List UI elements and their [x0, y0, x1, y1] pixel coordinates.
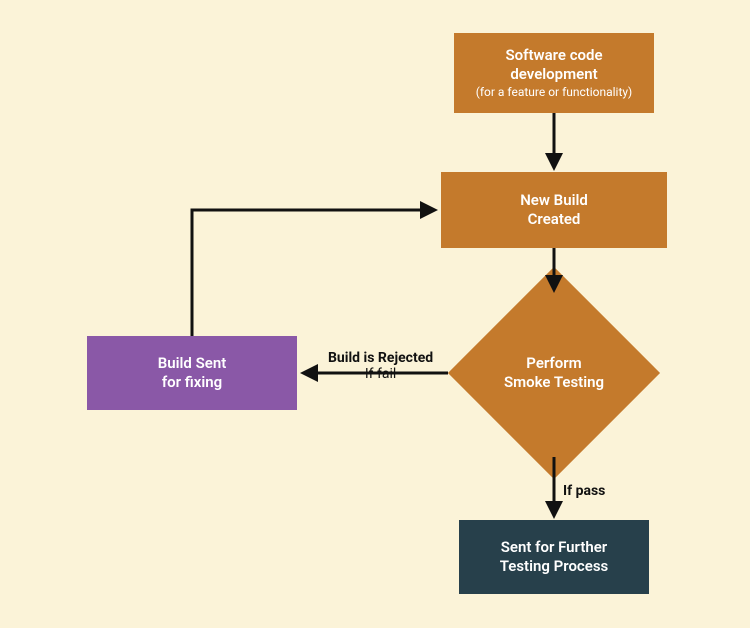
node-smoke-testing-line1: Perform — [526, 354, 581, 374]
node-new-build-line1: New Build — [520, 191, 588, 211]
node-further-testing-line1: Sent for Further — [501, 538, 607, 558]
node-new-build-line2: Created — [528, 210, 581, 230]
node-software-dev-line1: Software code — [505, 46, 602, 66]
node-further-testing: Sent for Further Testing Process — [459, 520, 649, 594]
edge-label-fail: Build is Rejected If fail — [328, 350, 433, 382]
edge-label-fail-bottom: If fail — [328, 366, 433, 382]
edge-label-fail-top: Build is Rejected — [328, 350, 433, 366]
node-new-build: New Build Created — [441, 172, 667, 248]
node-smoke-testing-line2: Smoke Testing — [504, 373, 604, 393]
node-smoke-testing: Perform Smoke Testing — [486, 344, 622, 402]
node-software-dev: Software code development (for a feature… — [454, 33, 654, 113]
arrow-fix-to-build — [192, 210, 435, 336]
edge-label-pass: If pass — [563, 483, 605, 499]
node-further-testing-line2: Testing Process — [500, 557, 609, 577]
edge-label-pass-text: If pass — [563, 483, 605, 499]
node-software-dev-sub: (for a feature or functionality) — [476, 85, 632, 101]
node-build-fixing: Build Sent for fixing — [87, 336, 297, 410]
node-build-fixing-line1: Build Sent — [158, 354, 227, 374]
node-software-dev-line2: development — [510, 65, 597, 85]
node-build-fixing-line2: for fixing — [162, 373, 222, 393]
